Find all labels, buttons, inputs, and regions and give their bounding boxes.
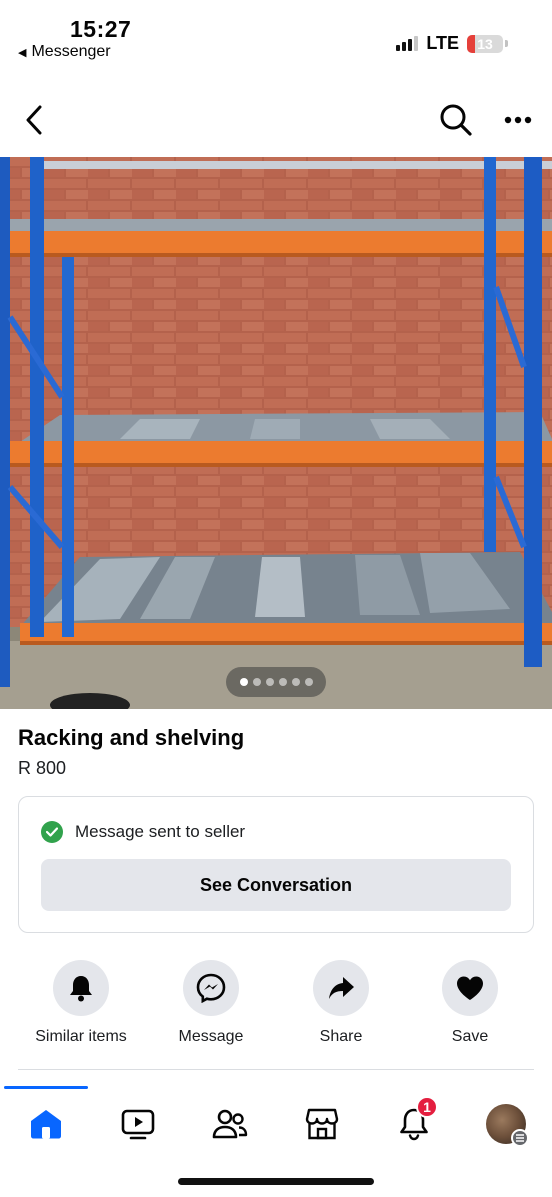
tab-marketplace[interactable]: [298, 1102, 346, 1146]
bell-icon: [70, 976, 92, 1002]
pager-dot: [252, 678, 261, 686]
active-tab-indicator: [4, 1086, 88, 1089]
message-label: Message: [178, 1028, 244, 1045]
back-to-app-link[interactable]: ◀ Messenger: [18, 43, 111, 61]
photo-pager[interactable]: [226, 667, 326, 697]
home-icon: [31, 1110, 61, 1139]
avatar: [486, 1104, 529, 1147]
back-app-label: Messenger: [31, 43, 111, 60]
save-label: Save: [451, 1028, 489, 1045]
network-type: LTE: [426, 33, 459, 53]
back-triangle-icon: ◀: [18, 46, 27, 59]
chevron-left-icon: [26, 105, 42, 135]
listing-title: Racking and shelving: [18, 725, 245, 750]
battery-icon: 13: [467, 34, 503, 53]
battery-level: 13: [477, 35, 493, 52]
share-label: Share: [319, 1028, 363, 1045]
status-time: 15:27: [70, 16, 132, 42]
search-button[interactable]: [436, 100, 476, 140]
divider: [18, 1069, 534, 1070]
back-button[interactable]: [18, 100, 50, 140]
message-circle[interactable]: [183, 960, 239, 1016]
share-button[interactable]: Share: [281, 960, 401, 1046]
signal-icon: [396, 36, 419, 51]
pager-dot: [265, 678, 274, 686]
heart-icon: [457, 976, 483, 1000]
save-circle[interactable]: [442, 960, 498, 1016]
home-indicator[interactable]: [178, 1178, 374, 1185]
share-arrow-icon: [329, 977, 354, 999]
shelving-photo-illustration: [0, 157, 552, 709]
message-status-row: Message sent to seller: [41, 821, 245, 843]
top-nav: [0, 92, 552, 148]
friends-icon: [212, 1109, 248, 1139]
tab-home[interactable]: [22, 1102, 70, 1146]
save-button[interactable]: Save: [410, 960, 530, 1046]
listing-price: R 800: [18, 758, 67, 778]
check-circle-icon: [41, 821, 63, 843]
pager-dot: [278, 678, 287, 686]
tab-notifications[interactable]: 1: [390, 1096, 438, 1146]
similar-items-button[interactable]: Similar items: [21, 960, 141, 1046]
tab-video[interactable]: [114, 1102, 162, 1146]
pager-dot: [304, 678, 313, 686]
more-options-button[interactable]: [498, 100, 538, 140]
video-icon: [121, 1109, 155, 1140]
listing-actions: Similar items Message Share Save: [0, 960, 552, 1060]
pager-dot: [239, 678, 248, 686]
search-icon: [440, 104, 472, 136]
tab-profile[interactable]: [482, 1102, 530, 1147]
tab-friends[interactable]: [206, 1102, 254, 1146]
message-status-text: Message sent to seller: [75, 822, 246, 841]
status-bar: 15:27 ◀ Messenger LTE 13: [0, 0, 552, 70]
pager-dot: [291, 678, 300, 686]
bottom-tab-bar: 1: [0, 1096, 552, 1152]
more-horizontal-icon: [504, 116, 532, 124]
menu-icon: [511, 1129, 529, 1147]
marketplace-icon: [305, 1108, 339, 1140]
see-conversation-button[interactable]: See Conversation: [41, 859, 511, 911]
similar-items-circle[interactable]: [53, 960, 109, 1016]
messenger-icon: [196, 973, 226, 1003]
listing-photo[interactable]: [0, 157, 552, 709]
similar-items-label: Similar items: [35, 1028, 127, 1045]
share-circle[interactable]: [313, 960, 369, 1016]
status-indicators: LTE 13: [396, 33, 508, 54]
notification-badge: 1: [416, 1096, 438, 1118]
message-button[interactable]: Message: [151, 960, 271, 1046]
message-sent-card: Message sent to seller See Conversation: [18, 796, 534, 933]
